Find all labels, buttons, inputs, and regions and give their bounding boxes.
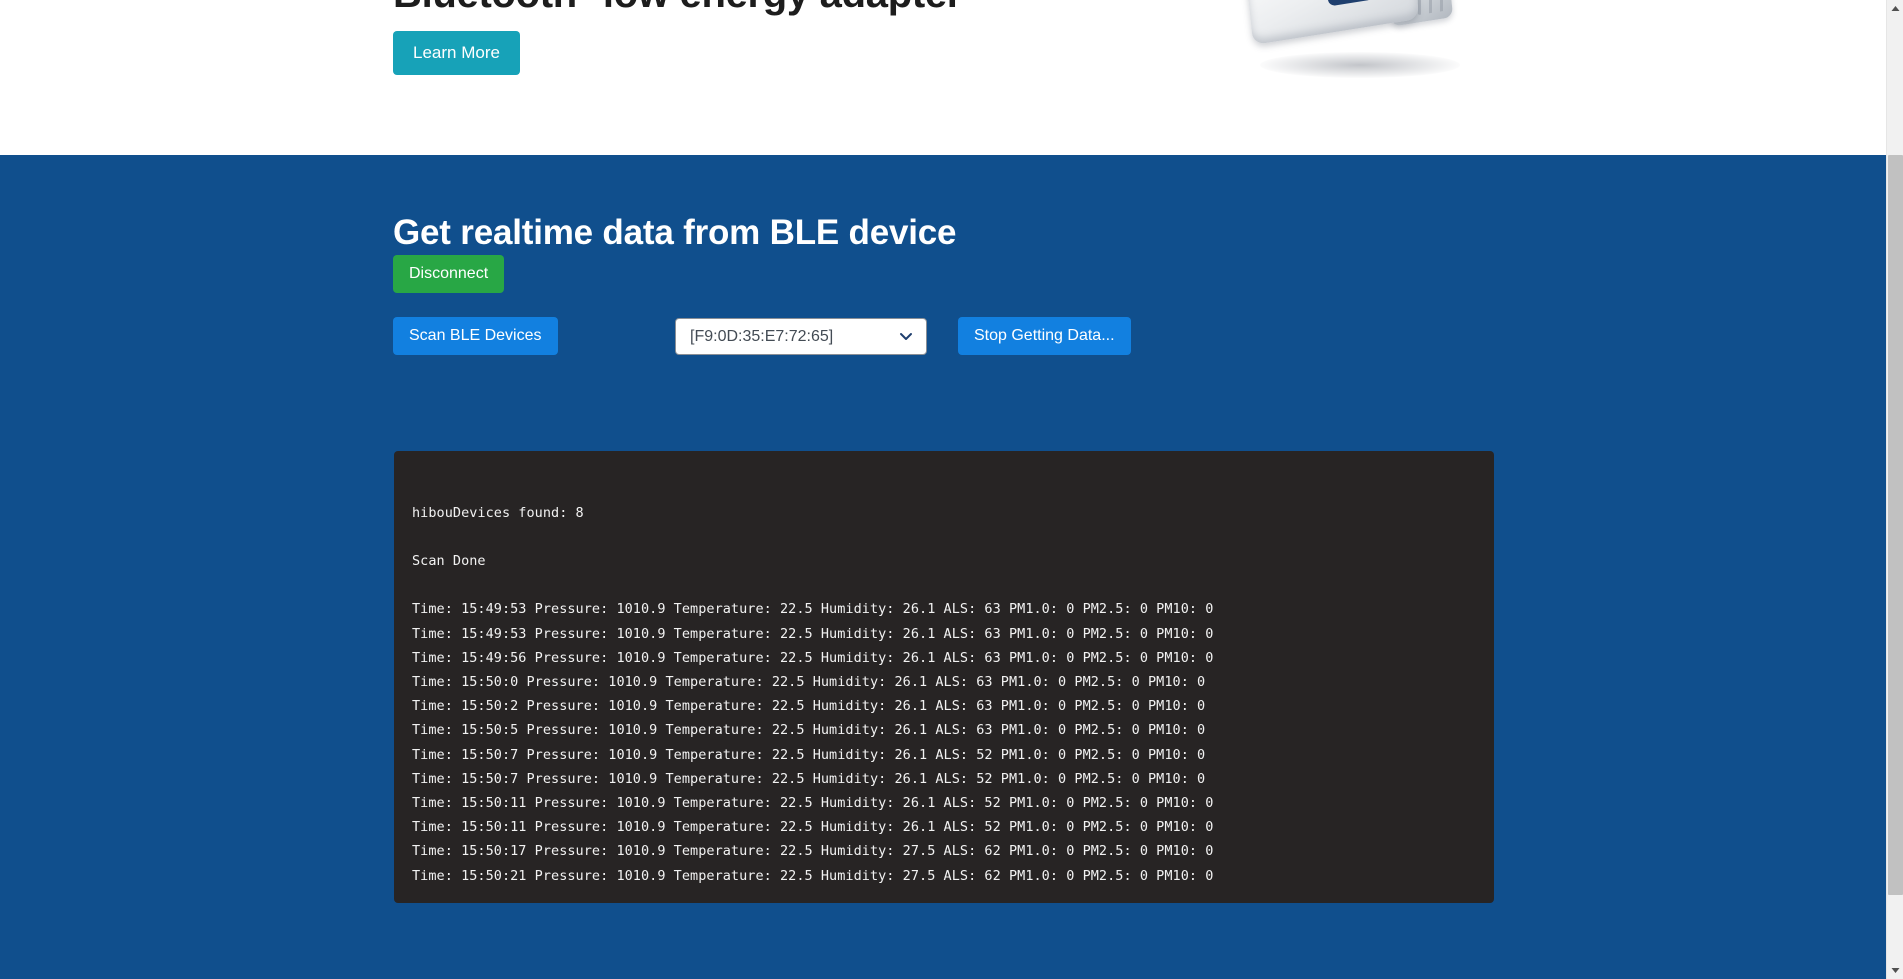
console-log-line: Time: 15:49:53 Pressure: 1010.9 Temperat… <box>412 622 1494 646</box>
scan-ble-devices-button[interactable]: Scan BLE Devices <box>393 317 558 355</box>
hero-title: Bluetooth® low energy adapter <box>393 0 962 17</box>
console-log-line: Time: 15:50:7 Pressure: 1010.9 Temperatu… <box>412 743 1494 767</box>
console-line-scan-done: Scan Done <box>412 549 1494 573</box>
console-output[interactable]: hibouDevices found: 8 Scan Done Time: 15… <box>394 451 1494 903</box>
hero-section: Bluetooth® low energy adapter Learn More… <box>0 0 1886 155</box>
console-log-line: Time: 15:50:2 Pressure: 1010.9 Temperatu… <box>412 694 1494 718</box>
console-log-line: Time: 15:49:56 Pressure: 1010.9 Temperat… <box>412 646 1494 670</box>
console-log-line: Time: 15:50:5 Pressure: 1010.9 Temperatu… <box>412 718 1494 742</box>
console-log-line: Time: 15:50:11 Pressure: 1010.9 Temperat… <box>412 815 1494 839</box>
page-root: Bluetooth® low energy adapter Learn More… <box>0 0 1903 979</box>
scrollbar-thumb[interactable] <box>1888 155 1903 895</box>
hero-title-rest: low energy adapter <box>592 0 962 16</box>
console-spacer <box>412 573 1494 597</box>
console-log-line: Time: 15:49:53 Pressure: 1010.9 Temperat… <box>412 597 1494 621</box>
product-shadow <box>1260 52 1460 78</box>
console-line-devices-found: hibouDevices found: 8 <box>412 501 1494 525</box>
page-title: Get realtime data from BLE device <box>393 213 956 253</box>
console-spacer <box>412 525 1494 549</box>
product-image-bleuio-dongle: bleu )) io <box>1240 0 1500 118</box>
console-log-line: Time: 15:50:0 Pressure: 1010.9 Temperatu… <box>412 670 1494 694</box>
dongle-body <box>1245 0 1419 45</box>
disconnect-button[interactable]: Disconnect <box>393 255 504 293</box>
device-select[interactable]: [F9:0D:35:E7:72:65] <box>675 318 927 355</box>
vertical-scrollbar[interactable] <box>1886 0 1903 979</box>
learn-more-button[interactable]: Learn More <box>393 31 520 75</box>
scroll-up-arrow-icon[interactable] <box>1887 0 1903 17</box>
hero-title-main: Bluetooth <box>393 0 577 16</box>
console-log-line: Time: 15:50:11 Pressure: 1010.9 Temperat… <box>412 791 1494 815</box>
scroll-down-arrow-icon[interactable] <box>1887 962 1903 979</box>
console-log-line: Time: 15:50:17 Pressure: 1010.9 Temperat… <box>412 839 1494 863</box>
console-log-line: Time: 15:50:7 Pressure: 1010.9 Temperatu… <box>412 767 1494 791</box>
stop-getting-data-button[interactable]: Stop Getting Data... <box>958 317 1131 355</box>
realtime-data-section: Get realtime data from BLE device Discon… <box>0 155 1886 979</box>
console-log-line: Time: 15:50:21 Pressure: 1010.9 Temperat… <box>412 864 1494 888</box>
